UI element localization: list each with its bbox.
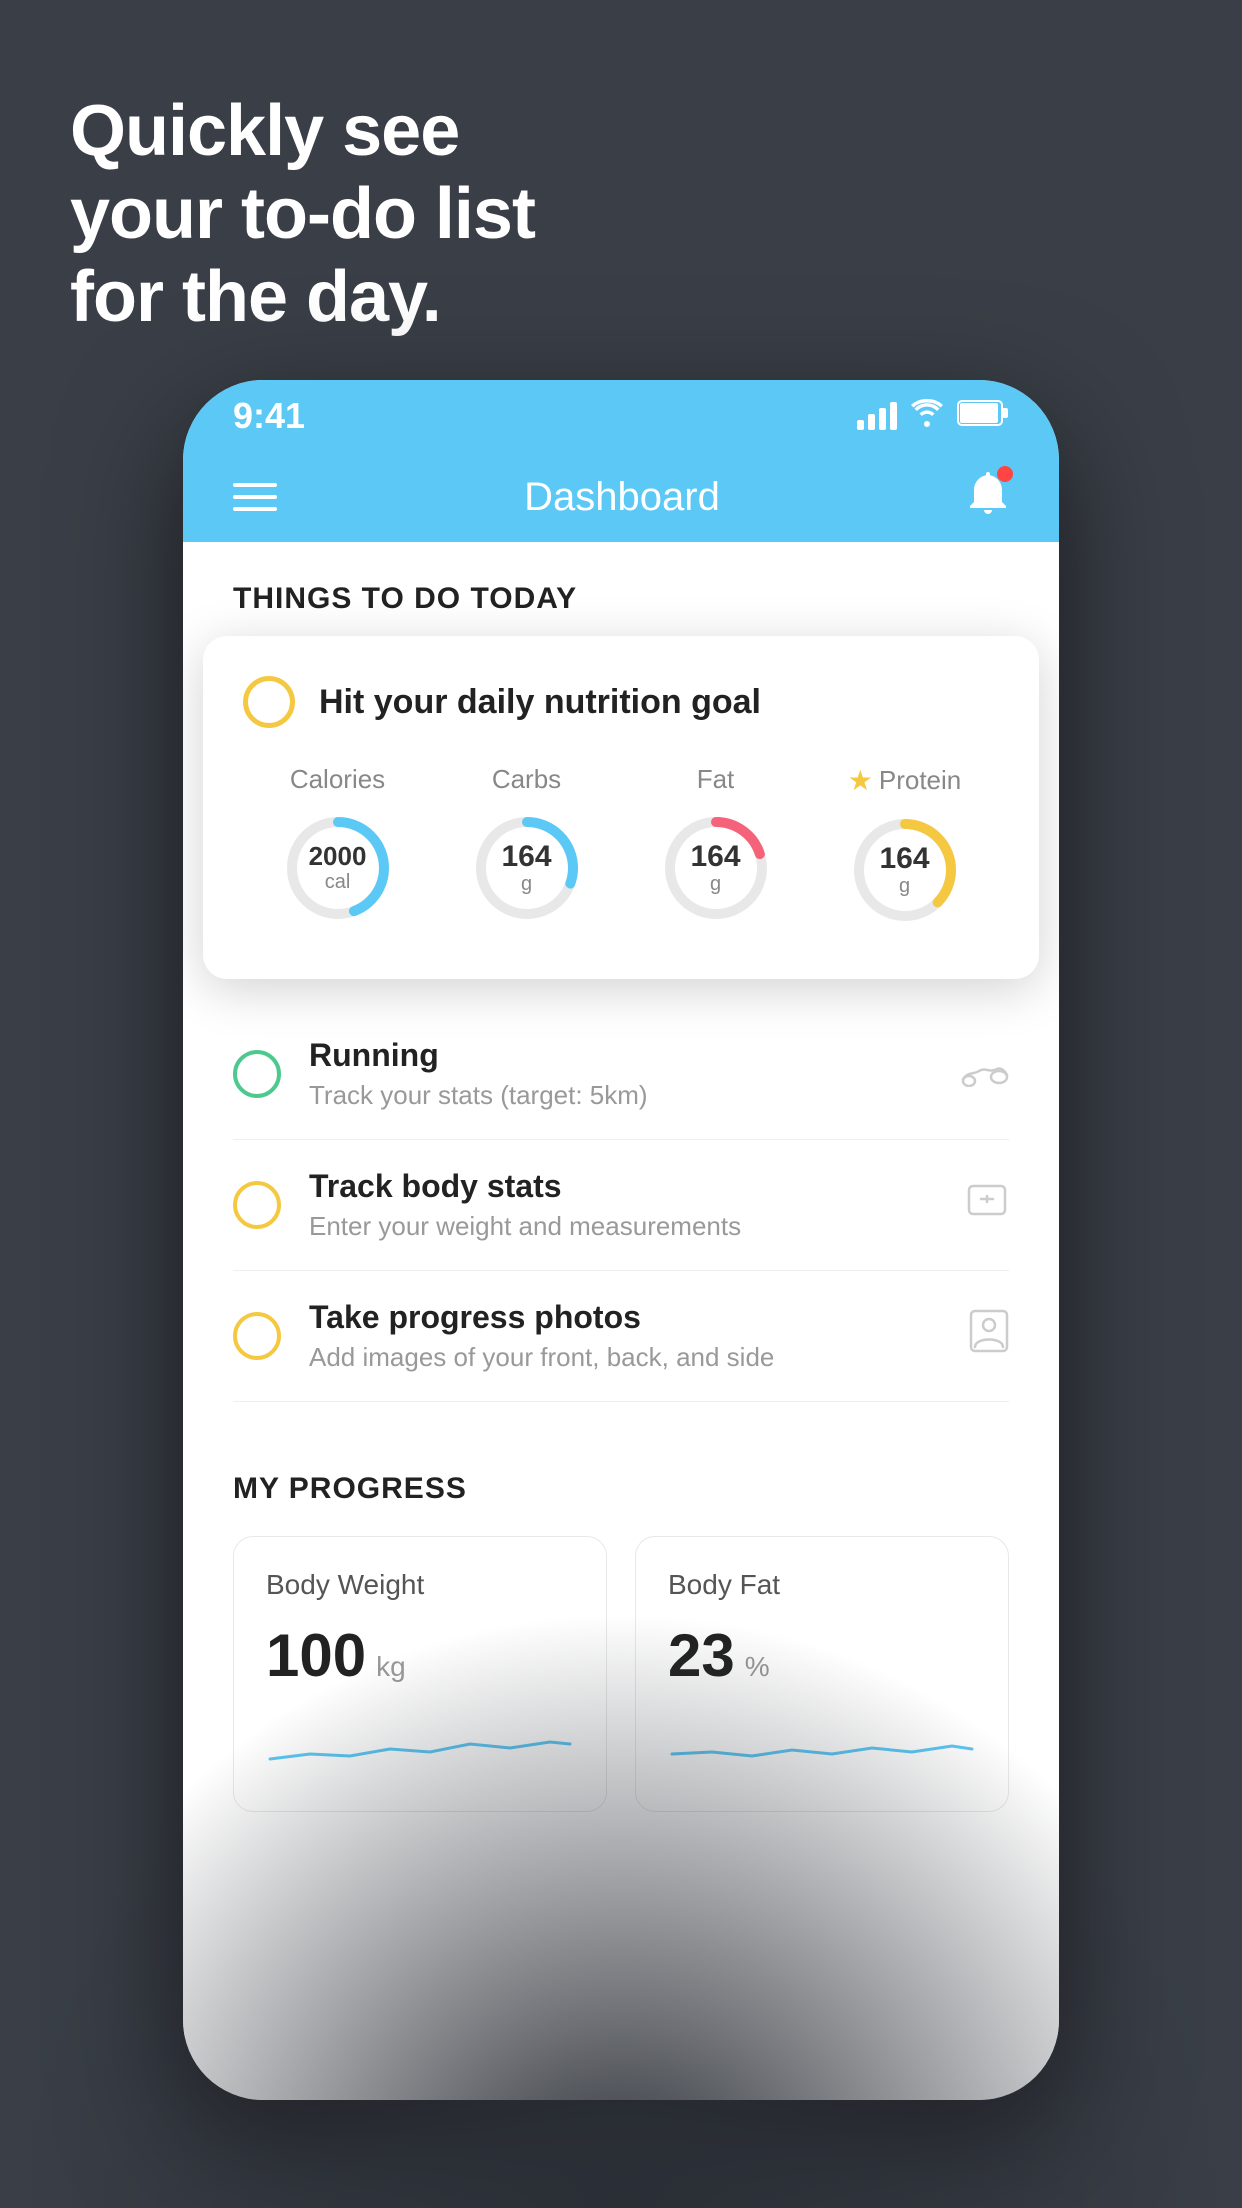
fat-unit: g: [690, 873, 740, 896]
stat-fat: Fat 164 g: [657, 764, 775, 929]
running-icon: [961, 1051, 1009, 1097]
fat-value: 164: [690, 840, 740, 873]
nutrition-card: Hit your daily nutrition goal Calories: [203, 636, 1039, 979]
headline-line1: Quickly see: [70, 90, 535, 173]
calories-ring: 2000 cal: [279, 809, 397, 927]
stat-carbs: Carbs 164 g: [468, 764, 586, 929]
carbs-ring: 164 g: [468, 809, 586, 927]
status-bar: 9:41: [183, 380, 1059, 452]
body-fat-value: 23: [668, 1621, 735, 1690]
protein-ring: 164 g: [846, 811, 964, 929]
things-today-header: THINGS TO DO TODAY: [183, 542, 1059, 626]
nutrition-stats: Calories 2000 cal: [243, 764, 999, 929]
body-weight-value-row: 100 kg: [266, 1621, 574, 1690]
photos-name: Take progress photos: [309, 1299, 941, 1336]
headline-line2: your to-do list: [70, 173, 535, 256]
photos-desc: Add images of your front, back, and side: [309, 1342, 941, 1373]
status-icons: [857, 399, 1009, 434]
nav-title: Dashboard: [524, 475, 720, 520]
status-time: 9:41: [233, 395, 305, 437]
phone-content: THINGS TO DO TODAY Hit your daily nutrit…: [183, 542, 1059, 2100]
signal-icon: [857, 402, 897, 430]
photos-text: Take progress photos Add images of your …: [309, 1299, 941, 1373]
body-fat-title: Body Fat: [668, 1569, 976, 1601]
body-fat-value-row: 23 %: [668, 1621, 976, 1690]
fat-ring: 164 g: [657, 809, 775, 927]
body-weight-unit: kg: [376, 1651, 406, 1683]
headline: Quickly see your to-do list for the day.: [70, 90, 535, 338]
body-fat-unit: %: [745, 1651, 770, 1683]
headline-line3: for the day.: [70, 256, 535, 339]
protein-star-icon: ★: [848, 764, 873, 797]
nutrition-circle-indicator: [243, 676, 295, 728]
running-desc: Track your stats (target: 5km): [309, 1080, 933, 1111]
phone-frame: 9:41: [183, 380, 1059, 2100]
carbs-unit: g: [501, 873, 551, 896]
progress-cards: Body Weight 100 kg Body Fat 23 %: [233, 1536, 1009, 1812]
protein-value: 164: [879, 842, 929, 875]
todo-item-body-stats[interactable]: Track body stats Enter your weight and m…: [233, 1140, 1009, 1271]
body-stats-name: Track body stats: [309, 1168, 937, 1205]
stat-label-calories: Calories: [290, 764, 385, 795]
running-name: Running: [309, 1037, 933, 1074]
nutrition-card-title: Hit your daily nutrition goal: [319, 683, 761, 722]
person-icon: [969, 1309, 1009, 1363]
body-weight-value: 100: [266, 1621, 366, 1690]
my-progress-header: MY PROGRESS: [233, 1472, 1009, 1506]
todo-list: Running Track your stats (target: 5km) T…: [183, 1009, 1059, 1402]
body-fat-card[interactable]: Body Fat 23 %: [635, 1536, 1009, 1812]
body-stats-text: Track body stats Enter your weight and m…: [309, 1168, 937, 1242]
stat-label-fat: Fat: [697, 764, 735, 795]
photos-circle: [233, 1312, 281, 1360]
notification-dot: [997, 466, 1013, 482]
body-stats-desc: Enter your weight and measurements: [309, 1211, 937, 1242]
stat-calories: Calories 2000 cal: [279, 764, 397, 929]
calories-unit: cal: [309, 871, 367, 894]
stat-label-carbs: Carbs: [492, 764, 561, 795]
body-fat-sparkline: [668, 1714, 976, 1774]
todo-item-photos[interactable]: Take progress photos Add images of your …: [233, 1271, 1009, 1402]
todo-item-running[interactable]: Running Track your stats (target: 5km): [233, 1009, 1009, 1140]
protein-unit: g: [879, 875, 929, 898]
running-text: Running Track your stats (target: 5km): [309, 1037, 933, 1111]
stat-label-protein: ★Protein: [848, 764, 962, 797]
stat-protein: ★Protein 164 g: [846, 764, 964, 929]
calories-value: 2000: [309, 842, 367, 871]
battery-icon: [957, 400, 1009, 433]
body-weight-title: Body Weight: [266, 1569, 574, 1601]
notification-bell[interactable]: [967, 470, 1009, 524]
body-stats-circle: [233, 1181, 281, 1229]
body-weight-sparkline: [266, 1714, 574, 1774]
running-circle: [233, 1050, 281, 1098]
my-progress-section: MY PROGRESS Body Weight 100 kg Body Fat: [183, 1422, 1059, 1812]
nav-bar: Dashboard: [183, 452, 1059, 542]
body-weight-card[interactable]: Body Weight 100 kg: [233, 1536, 607, 1812]
wifi-icon: [911, 399, 943, 434]
scale-icon: [965, 1178, 1009, 1232]
hamburger-menu[interactable]: [233, 483, 277, 511]
carbs-value: 164: [501, 840, 551, 873]
